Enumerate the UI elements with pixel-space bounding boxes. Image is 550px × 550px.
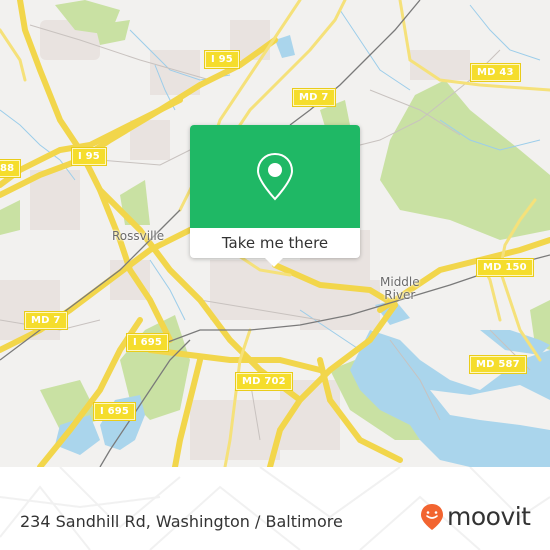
popup-pointer — [265, 258, 283, 267]
route-shield: I 695 — [125, 333, 170, 352]
location-pin-icon — [256, 152, 294, 200]
footer-bar: 234 Sandhill Rd, Washington / Baltimore … — [0, 467, 550, 550]
address-text: 234 Sandhill Rd, Washington / Baltimore — [20, 512, 343, 531]
route-shield: MD 587 — [469, 355, 527, 374]
moovit-logo[interactable]: moovit — [420, 502, 531, 532]
route-shield: I 95 — [71, 147, 107, 166]
place-label-middle-river: Middle River — [380, 275, 420, 302]
route-shield: MD 7 — [292, 88, 336, 107]
route-shield: MD 150 — [476, 258, 534, 277]
place-label-rossville: Rossville — [112, 229, 165, 243]
map-view[interactable]: I 95 MD 7 MD 43 I 95 88 MD 7 I 695 MD 70… — [0, 0, 550, 467]
take-me-there-button[interactable]: Take me there — [190, 228, 360, 258]
route-shield: MD 702 — [235, 372, 293, 391]
moovit-pin-smile-icon — [421, 504, 443, 530]
route-shield: I 95 — [204, 50, 240, 69]
popup-header[interactable] — [190, 125, 360, 228]
route-shield: MD 7 — [24, 311, 68, 330]
route-shield: 88 — [0, 159, 22, 178]
route-shield: I 695 — [92, 402, 137, 421]
moovit-wordmark: moovit — [447, 502, 531, 531]
destination-popup: Take me there — [190, 125, 360, 267]
route-shield: MD 43 — [470, 63, 521, 82]
